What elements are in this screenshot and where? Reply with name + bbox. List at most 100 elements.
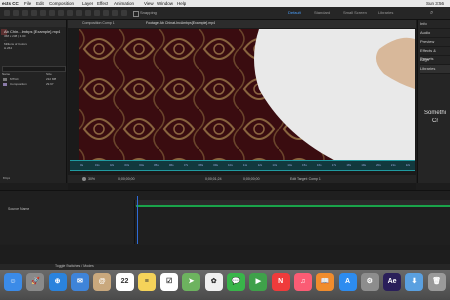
panel-effects-presets[interactable]: Effects & Presets: [420, 47, 450, 61]
time-tick-label: 0s: [80, 163, 84, 167]
search-icon[interactable]: ⌕: [430, 9, 438, 17]
bit-depth-label[interactable]: 8 bpc: [3, 176, 10, 181]
snapping-checkbox[interactable]: [133, 11, 139, 17]
menu-window[interactable]: Window: [157, 0, 173, 7]
time-tick-label: 04s: [139, 163, 145, 167]
dock-downloads-icon[interactable]: ⬇: [405, 273, 424, 291]
dock-photos-icon[interactable]: ✿: [204, 273, 223, 291]
project-panel-header: [0, 20, 66, 27]
panel-libraries[interactable]: Libraries: [420, 65, 450, 74]
home-tool-icon[interactable]: [4, 10, 10, 16]
pan-tool-icon[interactable]: [58, 10, 64, 16]
rotate-tool-icon[interactable]: [40, 10, 46, 16]
magnification-icon[interactable]: [82, 177, 86, 181]
eraser-tool-icon[interactable]: [103, 10, 109, 16]
zoom-level[interactable]: 30%: [88, 177, 95, 182]
pen-tool-icon[interactable]: [67, 10, 73, 16]
dock-messages-icon[interactable]: 💬: [227, 273, 245, 291]
panel-align[interactable]: Align: [420, 56, 450, 65]
dock-music-icon[interactable]: ♫: [293, 273, 312, 291]
panel-audio[interactable]: Audio: [420, 29, 450, 38]
camera-tool-icon[interactable]: [49, 10, 55, 16]
viewer-controls: 30% 0;00;00;00 0;00;01;24 0;00;00;00 Edi…: [68, 175, 416, 183]
toggle-switches-modes[interactable]: Toggle Switches / Modes: [55, 264, 94, 269]
roto-tool-icon[interactable]: [112, 10, 118, 16]
dock-glyph: 📖: [320, 278, 330, 285]
time-tick-label: 10s: [228, 163, 233, 167]
stamp-tool-icon[interactable]: [94, 10, 100, 16]
footage-frame[interactable]: [79, 29, 415, 160]
dock-calendar-icon[interactable]: 22: [115, 273, 134, 291]
dock-glyph: ☑: [165, 278, 173, 285]
dock-after-effects-icon[interactable]: Ae: [383, 273, 402, 291]
app-menu[interactable]: ects CC: [2, 0, 19, 7]
brush-tool-icon[interactable]: [85, 10, 91, 16]
timeline-navigator-bar[interactable]: 0s 01s 02s 03s 04s 05s 06s 07s 08s 09s 10s 11s 12s 13…: [70, 160, 415, 171]
layer-list[interactable]: Source Name: [0, 200, 135, 244]
dock-glyph: Ae: [387, 278, 397, 285]
dock-trash-icon[interactable]: 🗑: [427, 273, 446, 291]
composition-icon: [3, 83, 7, 86]
dock-books-icon[interactable]: 📖: [316, 273, 335, 291]
workspace-standard[interactable]: Standard: [314, 9, 330, 16]
dock-glyph: A: [344, 278, 351, 285]
hand-tool-icon[interactable]: [22, 10, 28, 16]
tab-composition[interactable]: Composition Comp 1: [82, 21, 115, 26]
dock-glyph: 🗑: [432, 278, 442, 285]
menu-edit[interactable]: Edit: [36, 0, 44, 7]
puppet-tool-icon[interactable]: [121, 10, 127, 16]
menu-layer[interactable]: Layer: [82, 0, 93, 7]
panel-info[interactable]: Info: [420, 20, 450, 29]
work-area-bar[interactable]: [136, 205, 450, 207]
dock-mail-icon[interactable]: ✉: [70, 273, 89, 291]
menu-file[interactable]: File: [24, 0, 31, 7]
zoom-tool-icon[interactable]: [31, 10, 37, 16]
dock-launchpad-icon[interactable]: 🚀: [26, 273, 45, 291]
current-timecode[interactable]: 0;00;00;00: [118, 177, 135, 182]
dock-safari-icon[interactable]: ⊕: [48, 273, 67, 291]
dock-finder-icon[interactable]: ☺: [4, 273, 22, 291]
time-tick-label: 18s: [346, 163, 352, 167]
project-search-input[interactable]: [2, 66, 66, 72]
workspace-small-screen[interactable]: Small Screen: [343, 9, 367, 16]
project-row-size: 29.97: [46, 82, 54, 86]
dock-glyph: ✿: [210, 278, 217, 285]
dock-contacts-icon[interactable]: @: [93, 273, 112, 291]
dock-system-preferences-icon[interactable]: ⚙: [360, 273, 379, 291]
playhead[interactable]: [137, 196, 138, 244]
time-tick-label: 13s: [272, 163, 278, 167]
menu-composition[interactable]: Composition: [49, 0, 74, 7]
tab-footage[interactable]: Footage Ab Chinat-IncAmbps[Example].mp4: [146, 21, 215, 26]
menu-view[interactable]: View: [144, 0, 154, 7]
dock-facetime-icon[interactable]: ▶: [249, 273, 268, 291]
dock-notes-icon[interactable]: ≡: [137, 273, 156, 291]
time-tick-label: 15s: [302, 163, 307, 167]
dock-glyph: @: [98, 278, 106, 285]
dock-glyph: ➤: [188, 278, 195, 285]
source-name-column[interactable]: Source Name: [8, 207, 29, 212]
dock-maps-icon[interactable]: ➤: [182, 273, 201, 291]
snapping-label: Snapping: [140, 10, 157, 15]
dock-reminders-icon[interactable]: ☑: [160, 273, 179, 291]
menu-animation[interactable]: Animation: [114, 0, 134, 7]
menu-effect[interactable]: Effect: [97, 0, 108, 7]
project-panel: Ab Chin...Imbps [Example].mp4 368 x 238 …: [0, 20, 67, 183]
workspace-default[interactable]: Default: [288, 9, 301, 16]
selection-tool-icon[interactable]: [13, 10, 19, 16]
project-row[interactable]: Composition 29.97: [0, 82, 66, 87]
dock-glyph: ⚙: [366, 278, 373, 285]
type-tool-icon[interactable]: [76, 10, 82, 16]
time-tick-label: 17s: [331, 163, 337, 167]
libraries-promo-line-1: Somethi: [424, 110, 447, 116]
viewer-tab-bar: Composition Comp 1 Footage Ab Chinat-Inc…: [68, 20, 416, 28]
panel-preview[interactable]: Preview: [420, 38, 450, 47]
dock-app-store-icon[interactable]: A: [338, 273, 357, 291]
dock-news-icon[interactable]: N: [271, 273, 290, 291]
menubar-clock[interactable]: Sun 3:56: [426, 0, 444, 7]
mac-menu-bar: ects CC File Edit Composition Layer Effe…: [0, 0, 450, 7]
menu-help[interactable]: Help: [177, 0, 186, 7]
workspace-libraries[interactable]: Libraries: [378, 9, 393, 16]
time-tick-label: 11s: [242, 163, 248, 167]
dock-glyph: ≡: [144, 278, 149, 285]
time-tick-label: 22s: [405, 163, 411, 167]
